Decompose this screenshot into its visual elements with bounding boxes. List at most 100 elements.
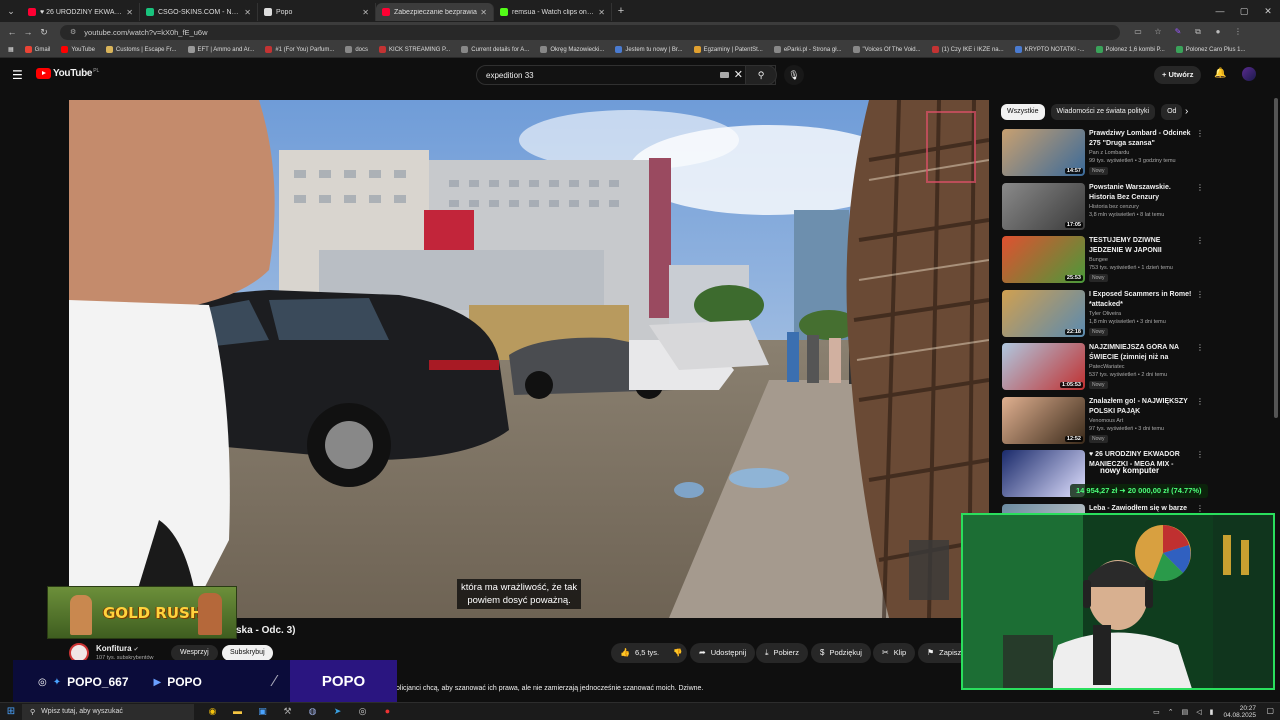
bookmark-item[interactable]: Jestem tu nowy | Br... [615,46,683,53]
support-button[interactable]: Wesprzyj [171,645,218,661]
chrome-icon[interactable]: ◉ [200,706,225,717]
bookmark-item[interactable]: KICK STREAMING P... [379,46,450,53]
new-tab-button[interactable]: + [612,5,630,17]
bookmark-item[interactable]: Current details for A... [461,46,529,53]
recommendation-item[interactable]: 12:52 Znalazłem go! - NAJWIĘKSZY POLSKI P… [1002,396,1204,447]
more-actions-icon[interactable]: ⋮ [1196,450,1204,459]
voice-search-button[interactable]: 🎙 [784,65,804,85]
recommendation-channel[interactable]: Historia bez cenzury [1089,204,1139,210]
back-icon[interactable]: ← [4,27,20,37]
bookmark-item[interactable]: Okręg Mazowiecki... [540,46,604,53]
more-actions-icon[interactable]: ⋮ [1196,290,1204,299]
video-thumbnail[interactable]: 22:18 [1002,289,1085,337]
url-field[interactable]: ⚙ youtube.com/watch?v=kX0h_fE_u6w [60,24,1120,40]
store-icon[interactable]: ▣ [250,706,275,717]
tab-close-icon[interactable]: ✕ [244,8,251,17]
recommendation-channel[interactable]: Venomous Art [1089,418,1123,424]
bookmark-item[interactable]: Customs | Escape Fr... [105,46,177,53]
maximize-icon[interactable]: ▢ [1232,0,1256,22]
filter-chip[interactable]: Wszystkie [1001,104,1045,120]
extension-icon[interactable]: ✎ [1168,27,1188,37]
bookmark-star-icon[interactable]: ☆ [1148,27,1168,37]
like-dislike-button[interactable]: 👍 6,5 tys. 👎 [611,643,687,663]
video-thumbnail[interactable]: 25:53 [1002,236,1085,283]
obs-icon[interactable]: ◎ [350,706,375,717]
dislike-icon[interactable]: 👎 [673,648,682,657]
bookmark-item[interactable]: EFT | Ammo and Ar... [187,46,254,53]
tab-close-icon[interactable]: ✕ [362,8,369,17]
clock[interactable]: 20:27 04.08.2025 [1223,705,1256,719]
bookmark-item[interactable]: #1 (For You) Parfum... [265,46,334,53]
bookmark-item[interactable]: Gmail [24,46,50,53]
recommendation-item[interactable]: 22:18 I Exposed Scammers in Rome! *attack… [1002,289,1204,340]
more-actions-icon[interactable]: ⋮ [1196,236,1204,245]
browser-tab[interactable]: ♥ 26 URODZINY EKWADOR ✕ [22,3,140,21]
clear-search-icon[interactable]: ✕ [734,68,743,81]
puzzle-icon[interactable]: ⧉ [1188,27,1208,37]
search-button[interactable]: ⚲ [745,65,777,85]
more-actions-icon[interactable]: ⋮ [1196,343,1204,352]
mic-tray-icon[interactable]: ▮ [1210,708,1214,716]
create-button[interactable]: + Utwórz [1154,66,1202,84]
taskbar-search-field[interactable]: ⚲ Wpisz tutaj, aby wyszukać [22,703,194,720]
tab-close-icon[interactable]: ✕ [598,8,605,17]
filter-chip[interactable]: Od [1161,104,1183,120]
share-button[interactable]: ➦ Udostępnij [690,643,756,663]
language-icon[interactable]: ▭ [1153,708,1160,716]
video-thumbnail[interactable]: 12:52 [1002,396,1085,444]
browser-tab[interactable]: CSGO-SKINS.COM - Najlepsze✕ [140,3,258,21]
profile-icon[interactable]: ● [1208,27,1228,37]
file-explorer-icon[interactable]: ▬ [225,706,250,717]
recommendation-channel[interactable]: PatecWariatec [1089,364,1125,370]
recommendation-channel[interactable]: Tyler Oliveira [1089,311,1121,317]
video-thumbnail[interactable]: 1:05:53 [1002,343,1085,390]
bookmark-item[interactable]: KRYPTO NOTATKI -... [1014,46,1085,53]
bookmark-item[interactable]: YouTube [61,46,95,53]
recommendation-title[interactable]: I Exposed Scammers in Rome! *attacked* [1089,290,1195,310]
recommendation-title[interactable]: NAJZIMNIEJSZA GÓRA NA ŚWIECIE (zimniej n… [1089,343,1195,363]
video-thumbnail[interactable]: 14:57 [1002,129,1085,176]
close-window-icon[interactable]: ✕ [1256,0,1280,22]
recommendation-channel[interactable]: Pan z Lombardu [1089,150,1129,156]
hamburger-menu-icon[interactable]: ☰ [12,68,23,82]
recommendation-title[interactable]: TESTUJEMY DZIWNE JEDZENIE W JAPONII [1089,236,1195,256]
notifications-bell-icon[interactable]: 🔔 [1214,68,1226,79]
clip-button[interactable]: ✂ Klip [873,643,916,663]
tab-search-button[interactable]: ⌄ [0,0,22,22]
recommendation-item[interactable]: 1:05:53 NAJZIMNIEJSZA GÓRA NA ŚWIECIE (zi… [1002,343,1204,393]
volume-icon[interactable]: ◁ [1196,708,1201,716]
video-thumbnail[interactable]: 17:05 [1002,182,1085,230]
download-button[interactable]: ⤓ Pobierz [756,643,808,663]
thanks-button[interactable]: $ Podziękuj [811,643,871,663]
browser-tab[interactable]: remsua - Watch clips on Kick ✕ [494,3,612,21]
bookmark-item[interactable]: docs [345,46,368,53]
tool-icon[interactable]: ⚒ [275,706,300,717]
more-actions-icon[interactable]: ⋮ [1196,397,1204,406]
recommendation-item[interactable]: 17:05 Powstanie Warszawskie. Historia Bez… [1002,182,1204,233]
browser-tab[interactable]: Zabezpieczanie bezprawia ✕ [376,3,494,21]
site-info-icon[interactable]: ⚙ [70,28,76,36]
reload-icon[interactable]: ↻ [36,27,52,38]
minimize-icon[interactable]: — [1208,0,1232,22]
tab-close-icon[interactable]: ✕ [126,8,133,17]
app-icon[interactable]: ● [375,706,400,717]
recommendation-title[interactable]: Leba - Zawiodłem się w barze [1089,504,1195,514]
network-icon[interactable]: ▤ [1182,708,1189,716]
recommendation-item[interactable]: 25:53 TESTUJEMY DZIWNE JEDZENIE W JAPONII… [1002,236,1204,286]
filter-chip[interactable]: Wiadomości ze świata polityki [1050,104,1156,120]
bookmark-item[interactable]: Polonez 1,6 kombi P... [1095,46,1165,53]
recommendation-title[interactable]: Znalazłem go! - NAJWIĘKSZY POLSKI PAJĄK [1089,397,1195,417]
bookmark-item[interactable]: (1) Czy IKE i IKZE na... [931,46,1004,53]
video-player[interactable] [69,100,989,618]
more-actions-icon[interactable]: ⋮ [1196,129,1204,138]
more-actions-icon[interactable]: ⋮ [1196,504,1204,513]
bookmark-item[interactable]: Egzaminy | PatentSt... [693,46,763,53]
recommendation-item[interactable]: 14:57 Prawdziwy Lombard - Odcinek 275 "Dr… [1002,129,1204,179]
more-actions-icon[interactable]: ⋮ [1196,183,1204,192]
chips-next-icon[interactable]: › [1185,106,1188,117]
youtube-logo[interactable]: YouTube PL [36,68,99,79]
recommendation-title[interactable]: Prawdziwy Lombard - Odcinek 275 "Druga s… [1089,129,1195,149]
bookmark-item[interactable]: "Voices Of The Void... [852,46,921,53]
steam-icon[interactable]: ◍ [300,706,325,717]
windows-start-icon[interactable]: ⊞ [0,706,22,717]
